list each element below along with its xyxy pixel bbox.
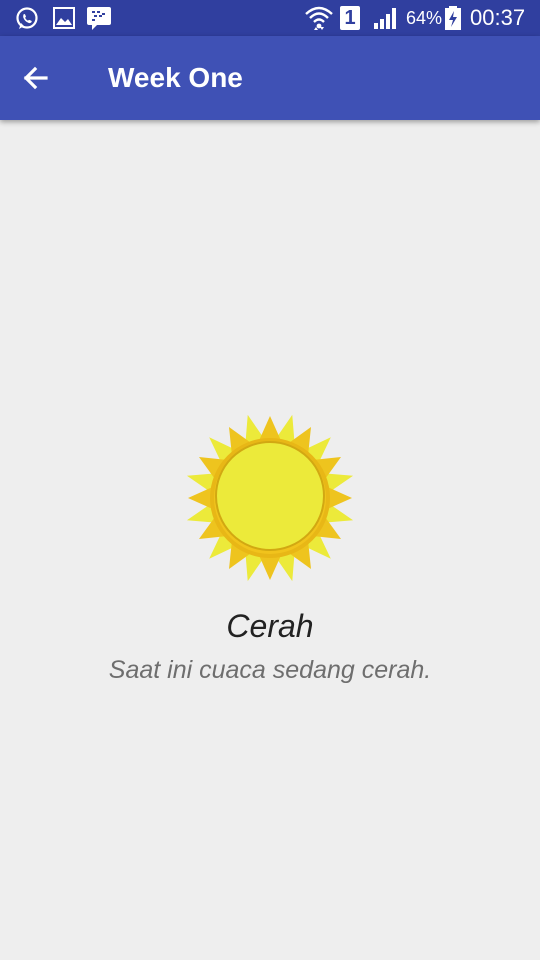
page-title: Week One xyxy=(108,62,243,93)
weather-description: Saat ini cuaca sedang cerah. xyxy=(108,656,432,684)
back-button[interactable] xyxy=(16,58,56,98)
battery-percent: 64% xyxy=(406,8,443,28)
gallery-icon xyxy=(53,7,75,29)
battery-charging-icon xyxy=(445,6,461,30)
weather-title: Cerah xyxy=(226,608,314,644)
arrow-left-icon xyxy=(23,66,48,90)
weather-content: Cerah Saat ini cuaca sedang cerah. xyxy=(0,120,540,960)
clock: 00:37 xyxy=(470,5,526,30)
sim-slot-number: 1 xyxy=(344,7,356,29)
status-bar: 1 64% 00:37 xyxy=(0,0,540,36)
sun-icon xyxy=(186,414,354,582)
app-bar: Week One xyxy=(0,36,540,120)
bbm-icon xyxy=(87,7,111,30)
signal-icon xyxy=(374,8,396,29)
wifi-icon xyxy=(305,6,333,30)
whatsapp-icon xyxy=(16,7,38,29)
sim-icon: 1 xyxy=(340,6,360,30)
